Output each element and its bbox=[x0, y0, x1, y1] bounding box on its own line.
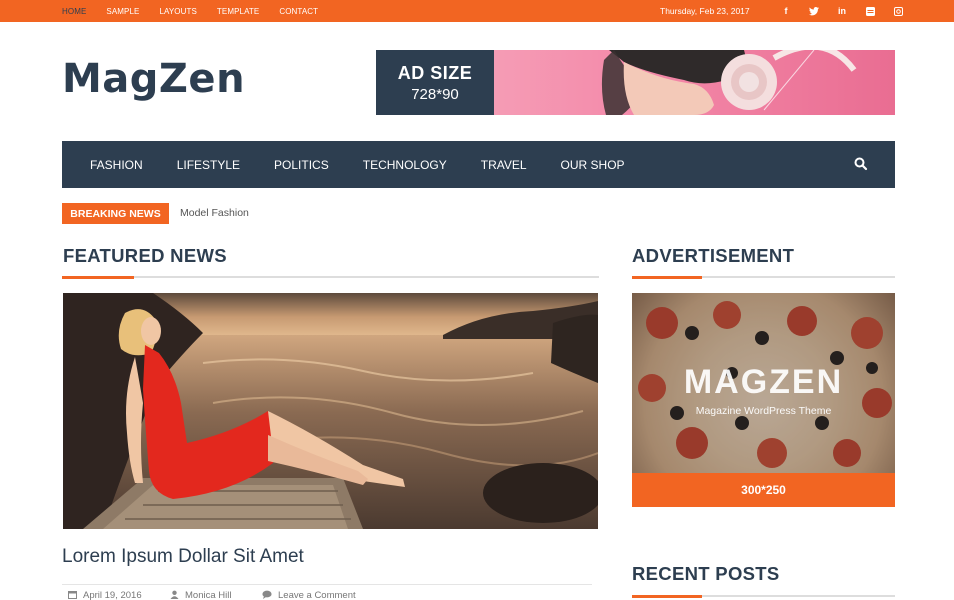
user-icon bbox=[170, 590, 179, 600]
sidebar-ad-tagline: Magazine WordPress Theme bbox=[695, 405, 832, 417]
featured-news-heading: FEATURED NEWS bbox=[63, 245, 227, 266]
ad-size-label: AD SIZE 728*90 bbox=[376, 50, 494, 115]
top-nav: HOME SAMPLE LAYOUTS TEMPLATE CONTACT bbox=[62, 0, 338, 22]
article-comments[interactable]: Leave a Comment bbox=[262, 590, 356, 600]
facebook-icon[interactable]: f bbox=[772, 6, 800, 16]
top-nav-contact[interactable]: CONTACT bbox=[279, 7, 318, 16]
nav-politics[interactable]: POLITICS bbox=[274, 158, 329, 172]
article-comments-text[interactable]: Leave a Comment bbox=[278, 590, 356, 600]
linkedin-icon[interactable]: in bbox=[828, 6, 856, 16]
recent-posts-heading-rule bbox=[632, 594, 895, 598]
sidebar-ad-brand: MAGZEN bbox=[683, 363, 844, 401]
article-divider bbox=[62, 584, 592, 585]
top-nav-sample[interactable]: SAMPLE bbox=[106, 7, 139, 16]
featured-article-image[interactable] bbox=[63, 293, 598, 529]
breaking-news-headline[interactable]: Model Fashion bbox=[180, 203, 249, 224]
main-nav: FASHION LIFESTYLE POLITICS TECHNOLOGY TR… bbox=[62, 141, 895, 188]
advertisement-heading: ADVERTISEMENT bbox=[632, 245, 795, 266]
social-links: f in bbox=[772, 0, 912, 22]
article-date-text: April 19, 2016 bbox=[83, 590, 142, 600]
nav-lifestyle[interactable]: LIFESTYLE bbox=[177, 158, 240, 172]
top-nav-home[interactable]: HOME bbox=[62, 7, 86, 16]
advertisement-heading-rule bbox=[632, 275, 895, 279]
ad-size-dimensions: 728*90 bbox=[411, 85, 459, 103]
nav-fashion[interactable]: FASHION bbox=[90, 158, 143, 172]
header-ad-banner[interactable]: AD SIZE 728*90 bbox=[376, 50, 895, 115]
sidebar-ad-size: 300*250 bbox=[632, 473, 895, 507]
sidebar-ad[interactable]: MAGZEN Magazine WordPress Theme 300*250 bbox=[632, 293, 895, 507]
search-icon[interactable] bbox=[853, 156, 869, 172]
article-author[interactable]: Monica Hill bbox=[170, 590, 231, 600]
nav-technology[interactable]: TECHNOLOGY bbox=[363, 158, 447, 172]
twitter-icon[interactable] bbox=[800, 6, 828, 16]
site-logo[interactable]: MagZen bbox=[62, 56, 245, 102]
comment-icon bbox=[262, 590, 272, 600]
featured-heading-rule bbox=[62, 275, 599, 279]
youtube-icon[interactable] bbox=[856, 6, 884, 16]
top-bar: HOME SAMPLE LAYOUTS TEMPLATE CONTACT Thu… bbox=[0, 0, 954, 22]
nav-travel[interactable]: TRAVEL bbox=[481, 158, 527, 172]
ad-banner-image bbox=[494, 50, 895, 115]
article-date: April 19, 2016 bbox=[68, 590, 142, 600]
nav-our-shop[interactable]: OUR SHOP bbox=[561, 158, 625, 172]
current-date: Thursday, Feb 23, 2017 bbox=[660, 6, 750, 16]
calendar-icon bbox=[68, 590, 77, 600]
recent-posts-heading: RECENT POSTS bbox=[632, 563, 780, 584]
breaking-news-label: BREAKING NEWS bbox=[62, 203, 169, 224]
top-nav-template[interactable]: TEMPLATE bbox=[217, 7, 259, 16]
instagram-icon[interactable] bbox=[884, 6, 912, 16]
featured-article-title[interactable]: Lorem Ipsum Dollar Sit Amet bbox=[62, 546, 304, 568]
article-author-text[interactable]: Monica Hill bbox=[185, 590, 231, 600]
ad-size-title: AD SIZE bbox=[397, 62, 473, 83]
top-nav-layouts[interactable]: LAYOUTS bbox=[159, 7, 196, 16]
